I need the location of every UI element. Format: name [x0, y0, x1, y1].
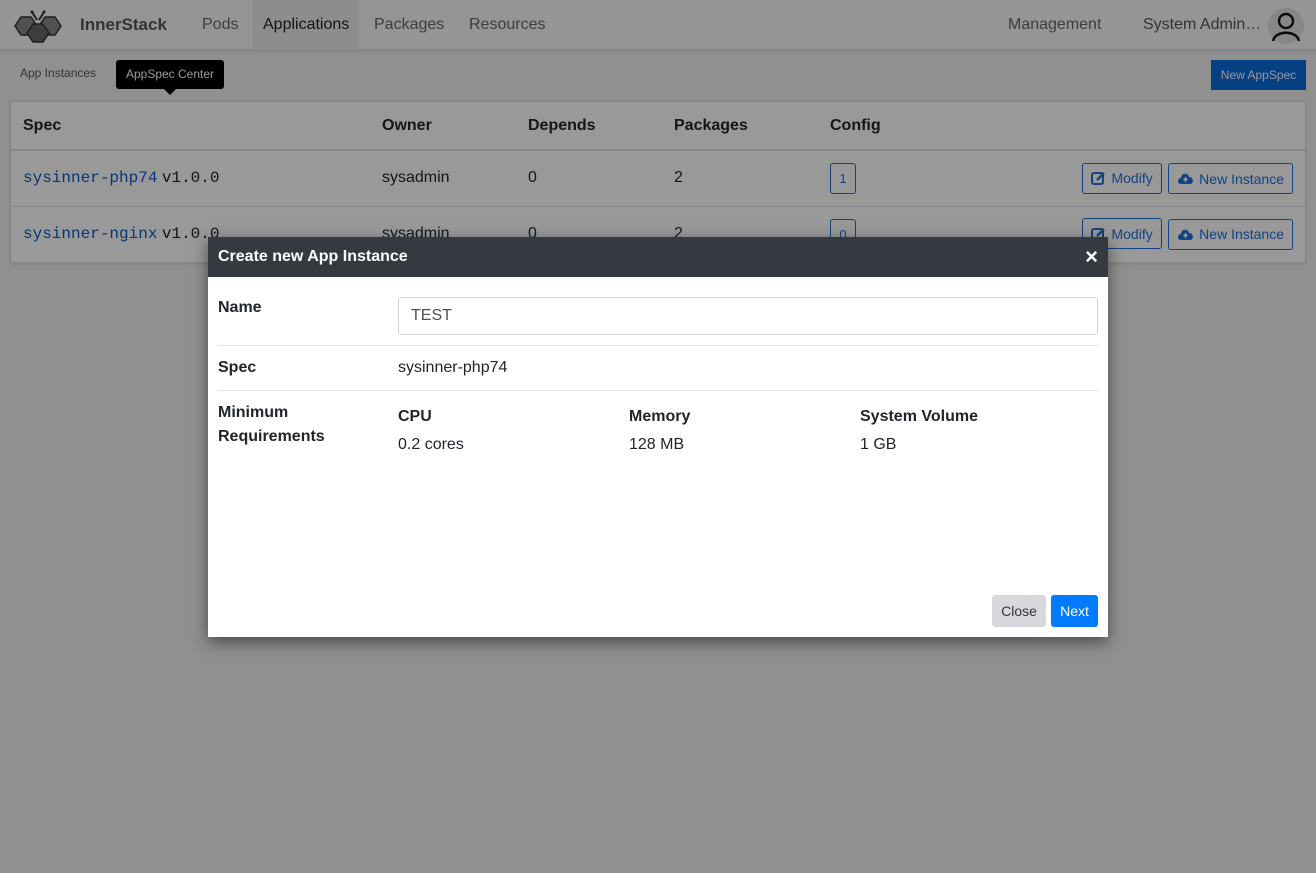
req-volume-value: 1 GB — [860, 436, 897, 453]
req-cpu: CPU 0.2 cores — [398, 405, 464, 457]
modal-title: Create new App Instance — [218, 248, 408, 265]
spec-value: sysinner-php74 — [398, 359, 508, 376]
spec-row: Spec sysinner-php74 — [218, 346, 1098, 391]
close-icon[interactable]: × — [1085, 237, 1098, 277]
name-label: Name — [218, 299, 262, 316]
requirements-label: Minimum Requirements — [218, 404, 325, 445]
req-memory: Memory 128 MB — [629, 405, 690, 457]
close-button[interactable]: Close — [992, 595, 1046, 627]
req-memory-title: Memory — [629, 408, 691, 425]
spec-label: Spec — [218, 359, 257, 376]
next-button[interactable]: Next — [1051, 595, 1098, 627]
name-input[interactable] — [398, 297, 1098, 335]
req-volume-title: System Volume — [860, 408, 978, 425]
req-cpu-title: CPU — [398, 408, 432, 425]
create-instance-modal: Create new App Instance × Name Spec sysi… — [208, 237, 1108, 637]
req-memory-value: 128 MB — [629, 436, 685, 453]
req-volume: System Volume 1 GB — [860, 405, 978, 457]
req-cpu-value: 0.2 cores — [398, 436, 464, 453]
modal-header: Create new App Instance × — [208, 237, 1108, 277]
